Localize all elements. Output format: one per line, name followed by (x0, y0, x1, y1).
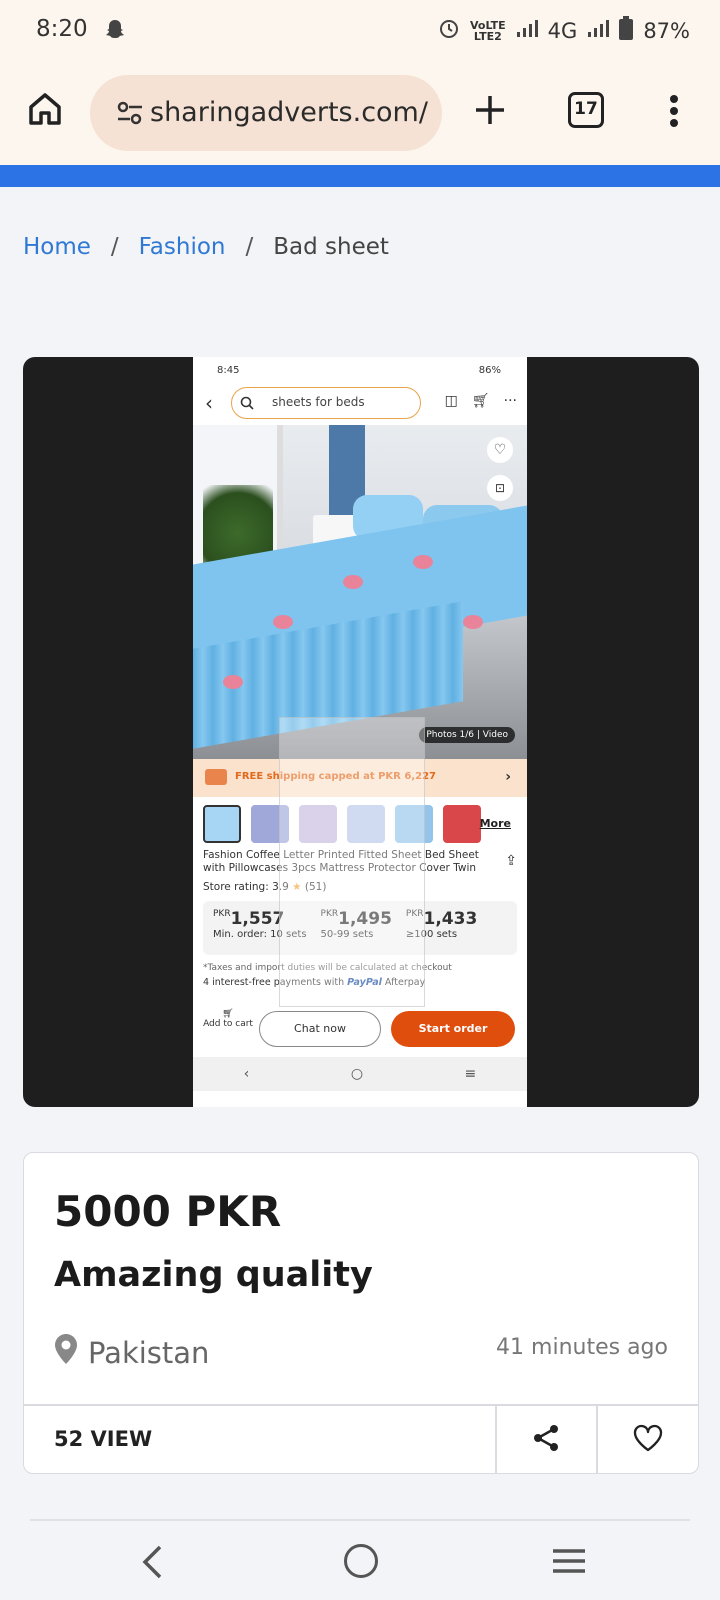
chevron-right-icon: › (505, 769, 511, 785)
heart-icon: ♡ (487, 437, 513, 463)
heart-icon (633, 1424, 663, 1456)
breadcrumb-separator: / (110, 234, 119, 260)
chat-now: Chat now (259, 1011, 381, 1047)
tune-icon[interactable] (116, 99, 144, 131)
cart-icon: 🛒︎ (222, 1009, 234, 1019)
location-pin-icon (54, 1333, 78, 1372)
site-header-bar (0, 165, 720, 187)
camera-icon: ◫ (444, 393, 458, 409)
image-toolbar-icons: ◫ 🛒︎ ··· (445, 393, 517, 409)
plus-icon[interactable] (472, 92, 508, 132)
back-icon: ‹ (243, 1066, 250, 1082)
back-icon: ‹ (205, 391, 213, 415)
favorite-button[interactable] (598, 1405, 698, 1474)
posted-time: 41 minutes ago (496, 1335, 668, 1360)
battery-level: 87% (643, 18, 690, 43)
divider (30, 1519, 690, 1521)
listing-price: 5000 PKR (54, 1187, 282, 1236)
breadcrumb-current: Bad sheet (273, 234, 389, 260)
home-circle-icon: ○ (350, 1066, 364, 1082)
battery-icon (619, 16, 634, 45)
snapchat-icon (104, 18, 126, 44)
more-link: More (479, 817, 511, 830)
truck-icon (205, 769, 227, 785)
alarm-icon (438, 17, 460, 44)
search-icon (240, 396, 254, 413)
back-icon[interactable] (138, 1544, 168, 1584)
breadcrumb: Home / Fashion / Bad sheet (23, 234, 389, 260)
image-search-row: ‹ sheets for beds ◫ 🛒︎ ··· (193, 383, 527, 425)
system-nav-bar (0, 1522, 720, 1600)
add-to-cart: 🛒︎ Add to cart (203, 1009, 253, 1029)
bed-photo: ♡ ⊡ Photos 1/6 | Video (193, 425, 527, 759)
url-text: sharingadverts.com/ (150, 97, 428, 128)
home-circle-icon[interactable] (344, 1544, 378, 1578)
status-time: 8:20 (36, 16, 88, 42)
share-icon (531, 1423, 561, 1457)
image-action-row: 🛒︎ Add to cart Chat now Start order (193, 999, 527, 1057)
breadcrumb-home[interactable]: Home (23, 234, 91, 260)
breadcrumb-fashion[interactable]: Fashion (139, 234, 226, 260)
volte-indicator: VoLTE LTE2 (469, 18, 506, 43)
listing-image: 8:45 86% ‹ sheets for beds ◫ 🛒︎ ··· ♡ ⊡ … (193, 357, 527, 1107)
menu-icon[interactable] (552, 1546, 586, 1580)
photos-badge: Photos 1/6 | Video (419, 727, 515, 743)
listing-image-viewer[interactable]: 8:45 86% ‹ sheets for beds ◫ 🛒︎ ··· ♡ ⊡ … (23, 357, 699, 1107)
tab-switcher-button[interactable]: 17 (568, 92, 604, 128)
address-bar[interactable]: sharingadverts.com/ (90, 75, 442, 151)
more-vert-icon[interactable] (668, 94, 680, 132)
share-icon: ⇪ (505, 853, 517, 869)
home-icon[interactable] (26, 90, 64, 132)
browser-toolbar: sharingadverts.com/ 17 (0, 62, 720, 165)
signal-icon (587, 18, 610, 43)
signal-icon (516, 18, 538, 43)
image-nav-bar: ‹ ○ ≡ (193, 1057, 527, 1091)
share-button[interactable] (496, 1405, 596, 1474)
breadcrumb-separator: / (245, 234, 254, 260)
scan-icon: ⊡ (487, 475, 513, 501)
start-order: Start order (391, 1011, 515, 1047)
listing-location: Pakistan (54, 1333, 209, 1372)
listing-info-card: 5000 PKR Amazing quality Pakistan 41 min… (23, 1152, 699, 1474)
image-status-bar: 8:45 86% (217, 365, 501, 376)
view-count: 52 VIEW (54, 1427, 153, 1451)
overlay-screenshot (279, 717, 425, 1007)
listing-title: Amazing quality (54, 1255, 373, 1295)
network-type: 4G (547, 18, 578, 43)
menu-icon: ≡ (464, 1066, 477, 1082)
status-bar: 8:20 VoLTE LTE2 4G 87% (0, 0, 720, 62)
more-horiz-icon: ··· (503, 393, 517, 409)
cart-icon: 🛒︎ (471, 393, 490, 409)
image-search-box: sheets for beds (231, 387, 421, 419)
